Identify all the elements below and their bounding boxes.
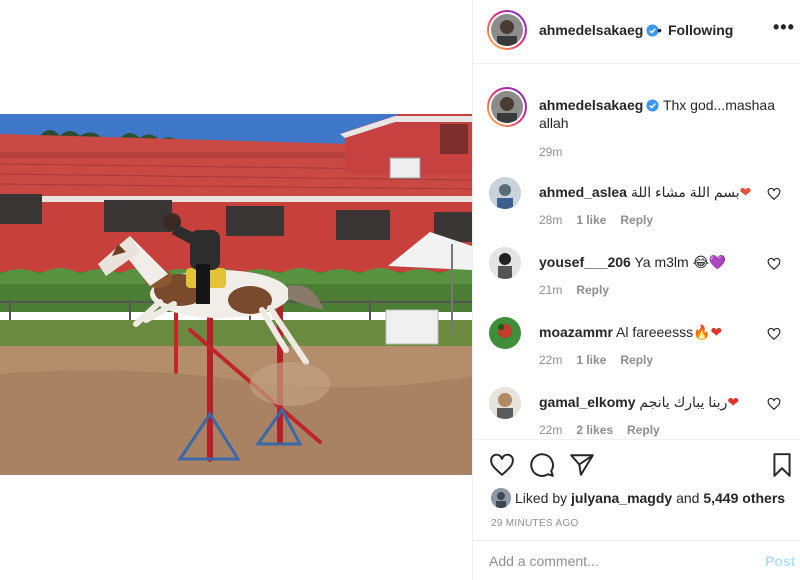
comment-item: yousef___206 Ya m3lm 😂💜 21m Reply [487, 247, 787, 303]
author-avatar-ring[interactable] [487, 10, 527, 50]
like-comment-heart-icon[interactable] [767, 187, 781, 201]
caption-avatar[interactable] [491, 91, 523, 123]
add-comment-bar: Post [473, 540, 800, 580]
comment-text-block: gamal_elkomy ربنا يبارك يانجم❤ [539, 393, 759, 411]
caption-time: 29m [539, 145, 563, 159]
like-heart-icon[interactable] [489, 452, 515, 478]
post-header: ahmedelsakaeg • Following ••• [473, 0, 800, 64]
commenter-avatar[interactable] [489, 177, 521, 209]
comment-meta: 22m 1 like Reply [539, 353, 667, 367]
comment-emoji: 😂💜 [692, 254, 727, 270]
post-actions: Liked by julyana_magdy and 5,449 others … [473, 439, 800, 539]
comment-time: 22m [539, 353, 563, 367]
like-comment-heart-icon[interactable] [767, 327, 781, 341]
comment-username[interactable]: gamal_elkomy [539, 394, 636, 410]
comment-item: moazammr Al fareeesss🔥❤ 22m 1 like Reply [487, 317, 787, 373]
comment-time: 21m [539, 283, 563, 297]
like-comment-heart-icon[interactable] [767, 257, 781, 271]
comment-text: Ya m3lm [634, 254, 689, 270]
comment-bubble-icon[interactable] [529, 452, 555, 478]
author-avatar[interactable] [491, 14, 523, 46]
comment-text-block: ahmed_aslea بسم اللة مشاء اللة❤ [539, 183, 759, 201]
likes-prefix: Liked by [515, 490, 568, 506]
separator-dot: • [657, 22, 662, 38]
comment-likes[interactable]: 1 like [576, 213, 606, 227]
add-comment-input[interactable] [489, 553, 739, 569]
post-media-area [0, 0, 472, 580]
reply-button[interactable]: Reply [620, 213, 653, 227]
reply-button[interactable]: Reply [620, 353, 653, 367]
comment-item: gamal_elkomy ربنا يبارك يانجم❤ 22m 2 like… [487, 387, 787, 439]
comment-item: ahmed_aslea بسم اللة مشاء اللة❤ 28m 1 lik… [487, 177, 787, 233]
comment-text: ربنا يبارك يانجم [639, 394, 728, 410]
comment-text: بسم اللة مشاء اللة [630, 184, 740, 200]
author-username[interactable]: ahmedelsakaeg [539, 22, 659, 38]
caption-avatar-ring[interactable] [487, 87, 527, 127]
liker-avatar[interactable] [491, 488, 511, 508]
commenter-avatar[interactable] [489, 317, 521, 349]
comment-text: Al fareeesss [616, 324, 694, 340]
comment-text-block: yousef___206 Ya m3lm 😂💜 [539, 253, 759, 271]
more-options-icon[interactable]: ••• [773, 18, 795, 36]
likes-count[interactable]: 5,449 others [703, 490, 785, 506]
verified-badge-icon [646, 99, 659, 112]
post-timestamp[interactable]: 29 MINUTES AGO [491, 518, 579, 529]
comment-emoji: ❤ [739, 184, 752, 200]
comment-emoji: ❤ [727, 394, 740, 410]
comment-text-block: moazammr Al fareeesss🔥❤ [539, 323, 759, 341]
share-paper-plane-icon[interactable] [569, 452, 595, 478]
save-bookmark-icon[interactable] [769, 452, 795, 478]
liker-username[interactable]: julyana_magdy [571, 490, 672, 506]
reply-button[interactable]: Reply [627, 423, 660, 437]
comment-time: 28m [539, 213, 563, 227]
author-username-text[interactable]: ahmedelsakaeg [539, 22, 643, 38]
like-comment-heart-icon[interactable] [767, 397, 781, 411]
comments-list[interactable]: ahmedelsakaeg Thx god...mashaa allah 29m… [473, 65, 800, 439]
likes-summary: Liked by julyana_magdy and 5,449 others [491, 488, 785, 508]
comment-username[interactable]: moazammr [539, 324, 613, 340]
comment-meta: 28m 1 like Reply [539, 213, 667, 227]
likes-and: and [676, 490, 700, 506]
caption-username[interactable]: ahmedelsakaeg [539, 97, 643, 113]
following-button[interactable]: Following [668, 22, 733, 38]
comment-meta: 22m 2 likes Reply [539, 423, 674, 437]
caption-text-block: ahmedelsakaeg Thx god...mashaa allah [539, 96, 783, 132]
commenter-avatar[interactable] [489, 387, 521, 419]
comment-time: 22m [539, 423, 563, 437]
reply-button[interactable]: Reply [576, 283, 609, 297]
comment-emoji: 🔥❤ [693, 324, 723, 340]
comment-username[interactable]: yousef___206 [539, 254, 631, 270]
post-photo[interactable] [0, 114, 472, 475]
comment-likes[interactable]: 1 like [576, 353, 606, 367]
post-comment-button[interactable]: Post [765, 553, 795, 569]
comment-likes[interactable]: 2 likes [576, 423, 613, 437]
commenter-avatar[interactable] [489, 247, 521, 279]
comment-username[interactable]: ahmed_aslea [539, 184, 627, 200]
comment-meta: 21m Reply [539, 283, 623, 297]
post-side-panel: ahmedelsakaeg • Following ••• ahmedelsak… [472, 0, 800, 580]
